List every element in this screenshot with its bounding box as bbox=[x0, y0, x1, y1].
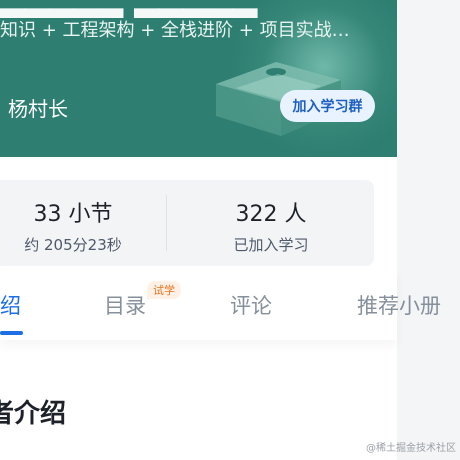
watermark: @稀土掘金技术社区 bbox=[366, 443, 456, 454]
banner-subtitle: 知识 + 工程架构 + 全栈进阶 + 项目实战… bbox=[0, 20, 350, 41]
sections-duration: 约 205分23秒 bbox=[24, 236, 122, 254]
join-study-group-button[interactable]: 加入学习群 bbox=[280, 90, 375, 122]
learners-stat: 322 人 已加入学习 bbox=[176, 196, 366, 255]
tab-introduction[interactable]: 绍 bbox=[0, 290, 21, 320]
course-tabs: 绍 目录 试学 评论 推荐小册 bbox=[0, 270, 441, 340]
author-intro-heading: 者介绍 bbox=[0, 399, 67, 429]
tab-recommended-books[interactable]: 推荐小册 bbox=[357, 290, 441, 320]
course-banner: ▂▂▂▂▂ ▂▂▂▂▂ 知识 + 工程架构 + 全栈进阶 + 项目实战… 杨村长… bbox=[0, 0, 397, 157]
right-background bbox=[397, 0, 460, 460]
learners-label: 已加入学习 bbox=[233, 236, 309, 254]
author-name: 杨村长 bbox=[8, 97, 68, 121]
course-stats-card: 33 小节 约 205分23秒 322 人 已加入学习 bbox=[0, 180, 374, 266]
trial-badge: 试学 bbox=[147, 281, 181, 299]
active-tab-indicator bbox=[0, 331, 23, 335]
sections-count: 33 小节 bbox=[33, 202, 113, 227]
tab-comments[interactable]: 评论 bbox=[230, 290, 272, 320]
sections-stat: 33 小节 约 205分23秒 bbox=[0, 196, 156, 255]
tab-table-of-contents[interactable]: 目录 bbox=[104, 290, 146, 320]
learners-count: 322 人 bbox=[235, 202, 307, 227]
stats-divider bbox=[166, 195, 167, 251]
